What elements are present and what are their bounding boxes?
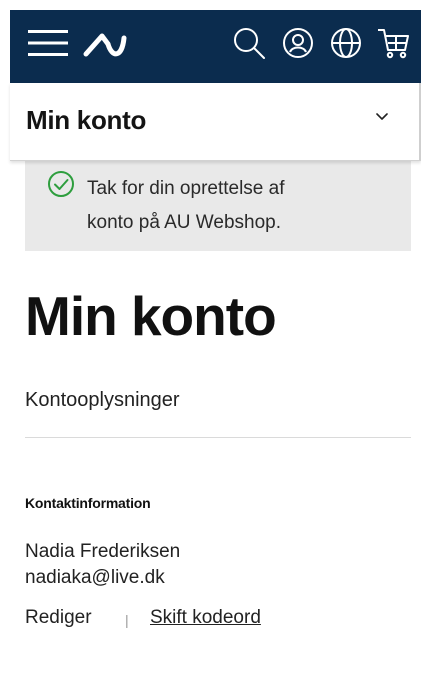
menu-icon[interactable] xyxy=(28,28,68,58)
top-bar xyxy=(0,0,421,83)
notice-line-2: konto på AU Webshop. xyxy=(87,212,281,233)
chevron-down-icon[interactable] xyxy=(374,111,390,123)
contact-email: nadiaka@live.dk xyxy=(25,567,165,588)
notice-message: Tak for din oprettelse af konto på AU We… xyxy=(87,172,387,240)
account-info-link[interactable]: Kontooplysninger xyxy=(25,389,180,412)
navbar xyxy=(10,10,421,83)
contact-heading: Kontaktinformation xyxy=(25,495,151,511)
check-circle-icon xyxy=(48,171,74,197)
globe-icon[interactable] xyxy=(330,27,362,59)
logo-icon[interactable] xyxy=(82,28,142,60)
user-icon[interactable] xyxy=(282,27,314,59)
success-notice: Tak for din oprettelse af konto på AU We… xyxy=(25,161,411,251)
notice-line-1: Tak for din oprettelse af xyxy=(87,178,285,199)
change-password-link[interactable]: Skift kodeord xyxy=(150,607,261,629)
contact-name: Nadia Frederiksen xyxy=(25,541,181,562)
edit-link[interactable]: Rediger xyxy=(25,607,92,629)
link-separator: | xyxy=(125,612,129,628)
account-dropdown[interactable]: Min konto xyxy=(10,83,421,161)
page-title: Min konto xyxy=(25,285,277,347)
account-dropdown-title: Min konto xyxy=(26,105,147,135)
cart-icon[interactable] xyxy=(376,26,410,60)
divider xyxy=(25,437,411,438)
search-icon[interactable] xyxy=(232,26,266,60)
